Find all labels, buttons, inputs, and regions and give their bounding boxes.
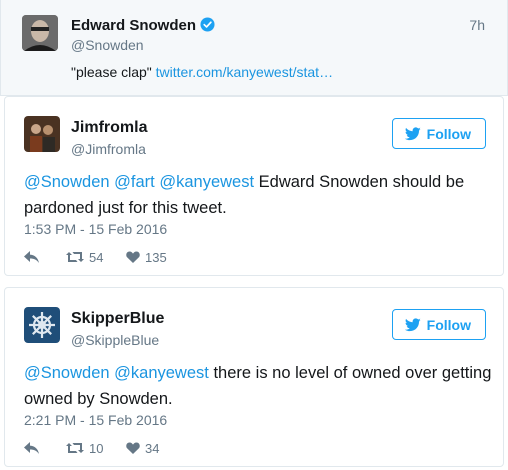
reply-icon: [24, 442, 39, 454]
reply-button[interactable]: [24, 442, 66, 454]
retweet-button[interactable]: 10: [66, 441, 126, 456]
follow-button[interactable]: Follow: [391, 118, 486, 149]
like-button[interactable]: 34: [126, 441, 159, 456]
heart-icon: [126, 442, 140, 454]
mention-link[interactable]: @fart: [114, 173, 155, 191]
reply-icon: [24, 251, 39, 263]
follow-label: Follow: [426, 125, 471, 142]
author-name[interactable]: Jimfromla: [71, 119, 147, 137]
avatar[interactable]: [24, 116, 60, 152]
retweet-icon: [66, 252, 84, 262]
tweet-actions: 10 34: [24, 439, 159, 457]
tweet-text-line: there is no level of owned over getting: [213, 364, 492, 382]
author-handle[interactable]: @Snowden: [71, 37, 144, 53]
retweet-count: 10: [89, 440, 104, 456]
mention-link[interactable]: @kanyewest: [114, 364, 209, 382]
like-button[interactable]: 135: [126, 250, 167, 265]
retweet-count: 54: [89, 249, 104, 265]
twitter-bird-icon: [404, 317, 421, 331]
verified-icon: [200, 17, 215, 32]
tweet-date[interactable]: 1:53 PM - 15 Feb 2016: [24, 221, 167, 237]
heart-icon: [126, 251, 140, 263]
tweet-text: "please clap" twitter.com/kanyewest/stat…: [71, 64, 333, 80]
tweet-actions: 54 135: [24, 248, 167, 266]
author-name[interactable]: SkipperBlue: [71, 310, 164, 328]
retweet-button[interactable]: 54: [66, 250, 126, 265]
tweet-date[interactable]: 2:21 PM - 15 Feb 2016: [24, 412, 167, 428]
reply-button[interactable]: [24, 251, 66, 263]
tweet-link[interactable]: twitter.com/kanyewest/stat…: [156, 64, 333, 80]
tweet-text-line: Edward Snowden should be: [258, 173, 465, 191]
tweet-text-line: pardoned just for this tweet.: [24, 199, 227, 217]
like-count: 135: [145, 249, 167, 265]
author-handle[interactable]: @Jimfromla: [71, 141, 146, 157]
follow-button[interactable]: Follow: [391, 309, 486, 340]
mention-link[interactable]: @kanyewest: [159, 173, 254, 191]
tweet-text-line: owned by Snowden.: [24, 390, 173, 408]
like-count: 34: [145, 440, 160, 456]
quoted-tweet[interactable]: Edward Snowden @Snowden 7h "please clap"…: [0, 0, 508, 96]
author-name[interactable]: Edward Snowden: [71, 17, 215, 34]
tweet-text: @Snowden @kanyewest there is no level of…: [24, 360, 492, 412]
follow-label: Follow: [426, 316, 471, 333]
mention-link[interactable]: @Snowden: [24, 173, 110, 191]
author-name-text[interactable]: Edward Snowden: [71, 17, 196, 34]
mention-link[interactable]: @Snowden: [24, 364, 110, 382]
tweet-text: @Snowden @fart @kanyewest Edward Snowden…: [24, 169, 492, 221]
avatar[interactable]: [24, 307, 60, 343]
retweet-icon: [66, 443, 84, 453]
author-handle[interactable]: @SkippleBlue: [71, 332, 159, 348]
reply-card: SkipperBlue @SkippleBlue Follow @Snowden…: [4, 287, 504, 467]
tweet-time[interactable]: 7h: [469, 17, 485, 33]
twitter-bird-icon: [404, 126, 421, 140]
reply-card: Jimfromla @Jimfromla Follow @Snowden @fa…: [4, 96, 504, 276]
avatar[interactable]: [22, 15, 58, 51]
tweet-text-body: "please clap": [71, 64, 152, 80]
